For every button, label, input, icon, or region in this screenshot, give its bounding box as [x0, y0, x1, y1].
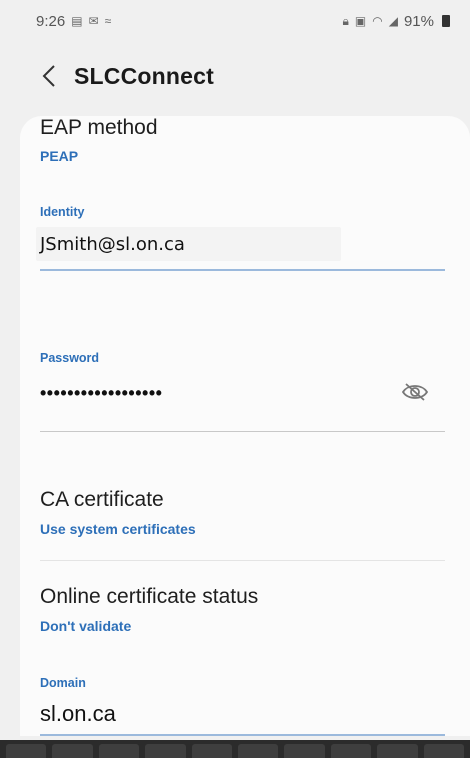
identity-field-group: Identity JSmith@sl.on.ca — [36, 205, 445, 271]
eap-method-value: PEAP — [40, 148, 79, 164]
online-status-title: Online certificate status — [40, 585, 259, 608]
domain-underline — [40, 734, 445, 736]
message-icon: ▤ — [71, 14, 83, 28]
online-status-value: Don't validate — [40, 618, 132, 634]
vibrate-icon: ▣ — [354, 14, 367, 28]
status-bar: 9:26 ▤ ✉ ≈ 🔒︎ ▣ ◠ ◢ 91% — [0, 0, 470, 42]
status-right: 🔒︎ ▣ ◠ ◢ 91% — [343, 13, 450, 30]
password-field-group: Password •••••••••••••••••• — [40, 351, 445, 433]
cast-icon: ≈ — [104, 14, 112, 28]
keyboard-key[interactable] — [238, 744, 279, 758]
divider — [40, 560, 445, 561]
ca-certificate-row[interactable]: CA certificate Use system certificates — [40, 488, 445, 537]
keyboard-key[interactable] — [284, 744, 325, 758]
wifi-icon: ◠ — [372, 14, 383, 28]
signal-icon: ◢ — [388, 14, 398, 28]
keyboard-key[interactable] — [98, 744, 140, 758]
keyboard-top-edge — [0, 740, 470, 758]
keyboard-key[interactable] — [191, 744, 233, 758]
online-certificate-status-row[interactable]: Online certificate status Don't validate — [40, 585, 445, 634]
battery-level: 91% — [403, 12, 434, 30]
mail-icon: ✉ — [88, 14, 99, 28]
keyboard-key[interactable] — [6, 744, 47, 758]
ca-certificate-title: CA certificate — [40, 488, 164, 511]
status-time: 9:26 — [36, 12, 66, 30]
keyboard-key[interactable] — [423, 744, 465, 758]
eye-off-icon[interactable] — [401, 381, 429, 403]
domain-field-group: Domain sl.on.ca — [40, 676, 445, 738]
password-underline — [40, 431, 445, 432]
back-button[interactable] — [34, 56, 64, 96]
identity-label: Identity — [40, 205, 85, 219]
lock-icon: 🔒︎ — [342, 13, 349, 28]
battery-icon — [442, 15, 450, 27]
domain-label: Domain — [40, 676, 86, 690]
domain-input[interactable]: sl.on.ca — [40, 696, 445, 732]
eap-method-title: EAP method — [40, 116, 158, 139]
keyboard-key[interactable] — [145, 744, 186, 758]
identity-underline — [40, 269, 445, 271]
ca-certificate-value: Use system certificates — [40, 521, 196, 537]
password-label: Password — [40, 351, 100, 365]
chevron-left-icon — [42, 65, 55, 87]
identity-value: JSmith@sl.on.ca — [40, 234, 185, 255]
keyboard-key[interactable] — [377, 744, 418, 758]
domain-value: sl.on.ca — [40, 701, 116, 726]
app-bar: SLCConnect — [0, 48, 470, 104]
page-title: SLCConnect — [74, 62, 214, 89]
password-input[interactable]: •••••••••••••••••• — [40, 375, 380, 415]
password-value: •••••••••••••••••• — [40, 383, 163, 403]
keyboard-key[interactable] — [52, 744, 93, 758]
keyboard-key[interactable] — [330, 744, 372, 758]
identity-input[interactable]: JSmith@sl.on.ca — [36, 227, 445, 267]
status-left: 9:26 ▤ ✉ ≈ — [36, 13, 111, 30]
eap-method-row[interactable]: EAP method PEAP — [40, 116, 445, 164]
